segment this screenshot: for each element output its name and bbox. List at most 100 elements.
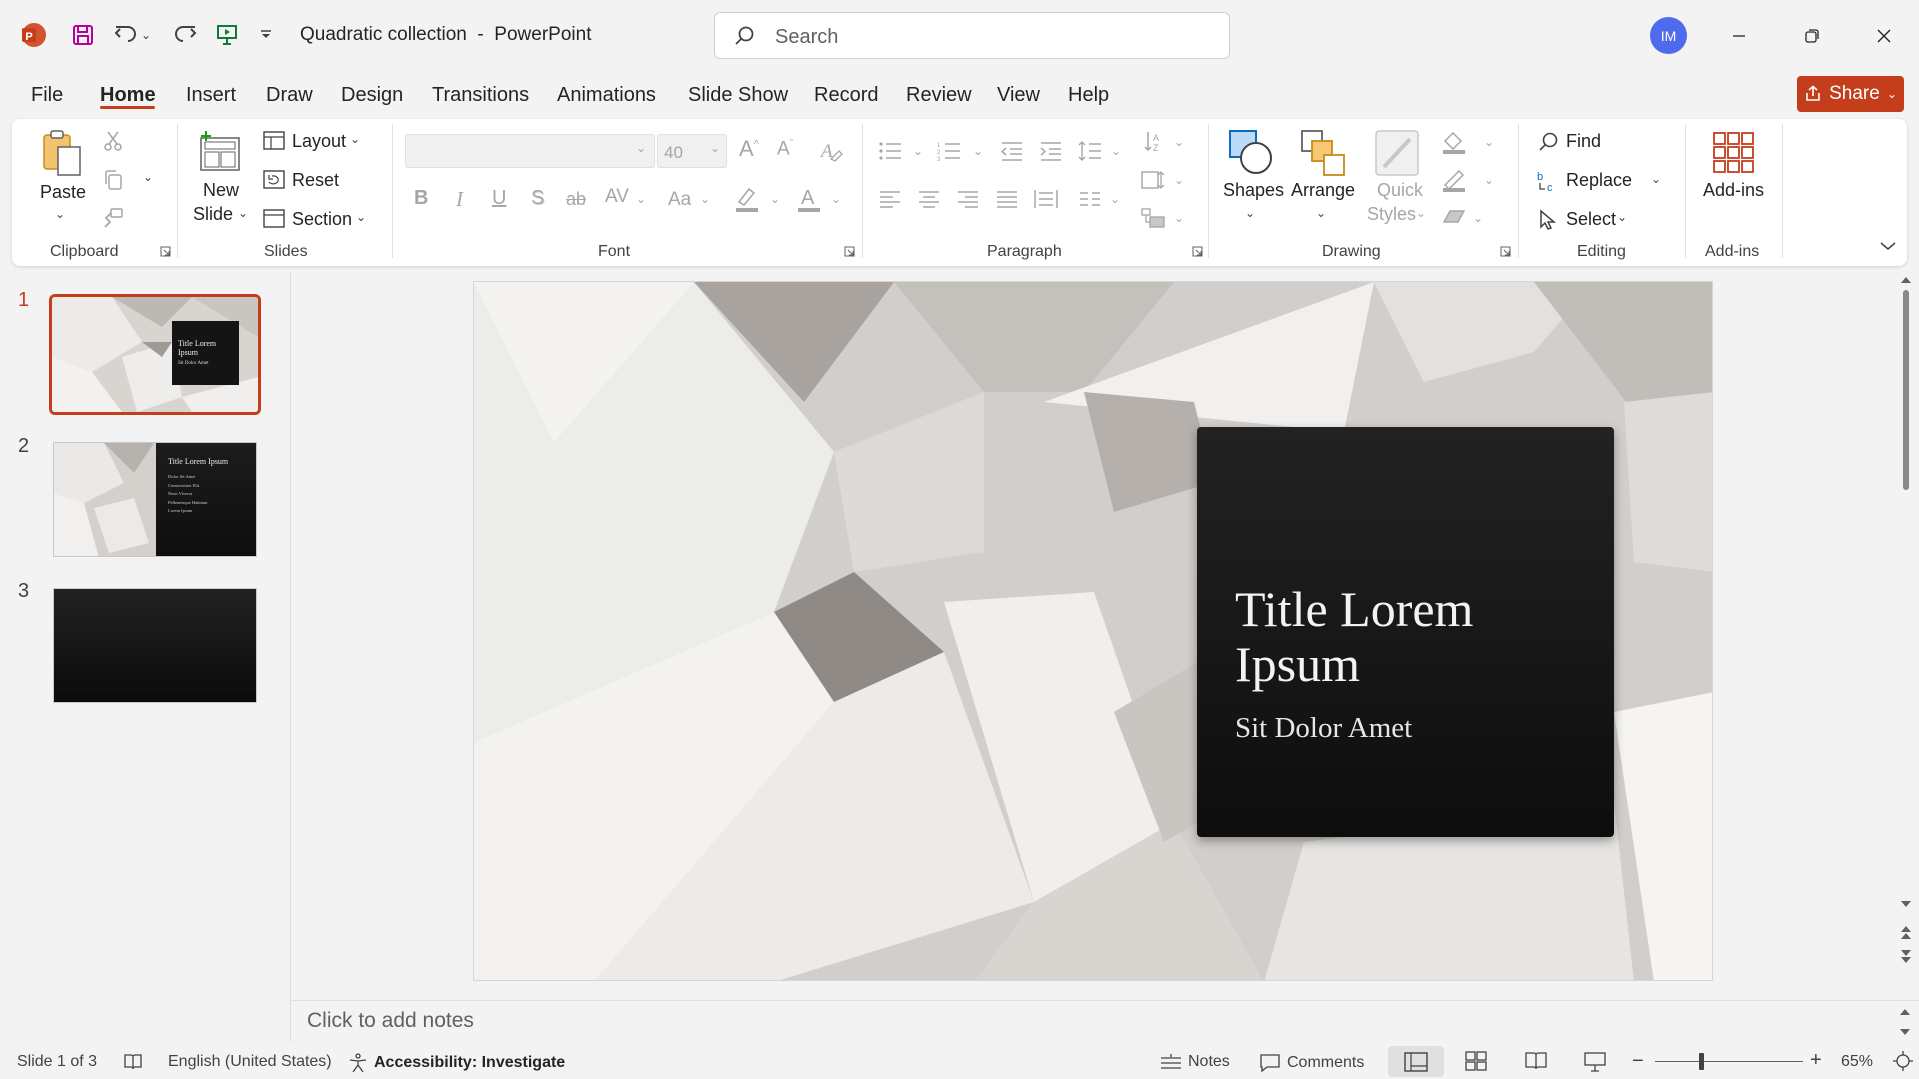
tab-view[interactable]: View: [997, 84, 1040, 107]
close-button[interactable]: [1861, 14, 1907, 58]
cut-icon[interactable]: [100, 128, 126, 154]
find-label[interactable]: Find: [1566, 131, 1601, 152]
slide-show-button[interactable]: [1584, 1051, 1606, 1073]
bold-icon[interactable]: B: [414, 187, 428, 210]
paragraph-launcher-icon[interactable]: [1190, 244, 1204, 258]
copy-icon[interactable]: [100, 167, 126, 193]
restore-button[interactable]: [1789, 14, 1835, 58]
tab-insert[interactable]: Insert: [186, 84, 236, 107]
shape-fill-icon[interactable]: [1440, 128, 1468, 156]
italic-icon[interactable]: I: [456, 187, 463, 212]
numbering-dropdown-icon[interactable]: ⌄: [973, 144, 983, 158]
select-label[interactable]: Select: [1566, 209, 1616, 230]
shapes-dropdown-icon[interactable]: ⌄: [1245, 206, 1255, 220]
tab-home[interactable]: Home: [100, 84, 156, 107]
clipboard-launcher-icon[interactable]: [158, 244, 172, 258]
scroll-up-icon[interactable]: [1901, 277, 1911, 283]
comments-toggle[interactable]: Comments: [1259, 1053, 1364, 1073]
shapes-label[interactable]: Shapes: [1223, 180, 1284, 201]
columns-icon[interactable]: [1076, 186, 1104, 212]
clear-formatting-icon[interactable]: A: [818, 137, 844, 165]
new-slide-icon[interactable]: [195, 128, 245, 176]
shape-outline-dropdown-icon[interactable]: ⌄: [1484, 173, 1494, 187]
spelling-check-icon[interactable]: [123, 1053, 143, 1071]
share-button[interactable]: Share ⌄: [1797, 76, 1904, 112]
copy-dropdown-icon[interactable]: ⌄: [143, 170, 153, 184]
zoom-slider-track[interactable]: [1655, 1061, 1803, 1062]
slide-canvas[interactable]: Title Lorem Ipsum Sit Dolor Amet: [473, 281, 1713, 981]
bullets-icon[interactable]: [876, 138, 904, 164]
undo-dropdown-icon[interactable]: ⌄: [138, 18, 154, 52]
shapes-icon[interactable]: [1226, 127, 1276, 179]
change-case-dropdown-icon[interactable]: ⌄: [700, 192, 710, 206]
shape-outline-icon[interactable]: [1440, 166, 1468, 194]
next-slide-icon[interactable]: [1901, 950, 1911, 963]
align-right-icon[interactable]: [954, 186, 982, 212]
font-size-select[interactable]: 40 ⌄: [657, 134, 727, 168]
shape-effects-icon[interactable]: [1440, 204, 1468, 232]
bullets-dropdown-icon[interactable]: ⌄: [913, 144, 923, 158]
text-direction-dropdown-icon[interactable]: ⌄: [1174, 135, 1184, 149]
add-ins-icon[interactable]: [1709, 128, 1759, 178]
paste-label[interactable]: Paste: [40, 182, 86, 203]
decrease-font-size-icon[interactable]: Aˇ: [777, 138, 793, 160]
quick-styles-label-2[interactable]: Styles: [1367, 204, 1416, 225]
arrange-dropdown-icon[interactable]: ⌄: [1316, 206, 1326, 220]
title-placeholder-box[interactable]: Title Lorem Ipsum Sit Dolor Amet: [1197, 427, 1614, 837]
replace-dropdown-icon[interactable]: ⌄: [1651, 172, 1661, 186]
zoom-out-button[interactable]: −: [1632, 1050, 1644, 1073]
paste-dropdown-icon[interactable]: ⌄: [55, 207, 65, 221]
align-text-dropdown-icon[interactable]: ⌄: [1174, 173, 1184, 187]
convert-to-smartart-icon[interactable]: [1139, 204, 1167, 232]
align-text-icon[interactable]: [1139, 166, 1167, 194]
new-slide-dropdown-icon[interactable]: ⌄: [238, 206, 248, 220]
collapse-ribbon-icon[interactable]: [1876, 236, 1900, 256]
change-case-icon[interactable]: Aa: [668, 189, 691, 211]
increase-font-size-icon[interactable]: A^: [739, 136, 759, 162]
character-spacing-icon[interactable]: AV: [605, 186, 629, 208]
redo-icon[interactable]: [167, 18, 201, 52]
new-slide-label-2[interactable]: Slide: [193, 204, 233, 225]
vertical-scrollbar[interactable]: [1896, 272, 1916, 992]
section-icon[interactable]: [262, 207, 286, 231]
avatar[interactable]: IM: [1650, 17, 1687, 54]
quick-styles-label-1[interactable]: Quick: [1377, 180, 1423, 201]
tab-transitions[interactable]: Transitions: [432, 84, 529, 107]
font-name-select[interactable]: ⌄: [405, 134, 655, 168]
convert-to-smartart-dropdown-icon[interactable]: ⌄: [1174, 211, 1184, 225]
strikethrough-icon[interactable]: ab: [566, 189, 586, 210]
zoom-in-button[interactable]: +: [1810, 1049, 1822, 1072]
tab-help[interactable]: Help: [1068, 84, 1109, 107]
scroll-down-icon[interactable]: [1901, 901, 1911, 907]
shape-effects-dropdown-icon[interactable]: ⌄: [1473, 211, 1483, 225]
layout-label[interactable]: Layout: [292, 131, 346, 152]
select-icon[interactable]: [1535, 207, 1561, 233]
line-spacing-icon[interactable]: [1076, 138, 1104, 164]
format-painter-icon[interactable]: [100, 205, 126, 231]
save-icon[interactable]: [66, 18, 100, 52]
arrange-label[interactable]: Arrange: [1291, 180, 1355, 201]
slide-thumbnail-3[interactable]: [53, 588, 257, 703]
scroll-thumb[interactable]: [1903, 290, 1909, 490]
new-slide-label-1[interactable]: New: [203, 180, 239, 201]
select-dropdown-icon[interactable]: ⌄: [1617, 210, 1627, 224]
shape-fill-dropdown-icon[interactable]: ⌄: [1484, 135, 1494, 149]
reset-icon[interactable]: [262, 168, 286, 192]
tab-record[interactable]: Record: [814, 84, 878, 107]
justify-icon[interactable]: [993, 186, 1021, 212]
tab-design[interactable]: Design: [341, 84, 403, 107]
find-icon[interactable]: [1535, 129, 1561, 155]
fit-slide-button[interactable]: [1893, 1051, 1913, 1071]
notes-scroll-icon[interactable]: [1897, 1005, 1913, 1039]
font-color-dropdown-icon[interactable]: ⌄: [831, 192, 841, 206]
tab-slide-show[interactable]: Slide Show: [688, 84, 788, 107]
minimize-button[interactable]: [1716, 14, 1762, 58]
tab-animations[interactable]: Animations: [557, 84, 656, 107]
font-color-icon[interactable]: A: [795, 184, 823, 214]
notes-toggle[interactable]: Notes: [1160, 1053, 1230, 1071]
tab-review[interactable]: Review: [906, 84, 972, 107]
underline-icon[interactable]: U: [492, 187, 506, 210]
text-direction-icon[interactable]: AZ: [1139, 128, 1167, 156]
highlight-color-dropdown-icon[interactable]: ⌄: [770, 192, 780, 206]
quick-styles-icon[interactable]: [1372, 127, 1422, 179]
